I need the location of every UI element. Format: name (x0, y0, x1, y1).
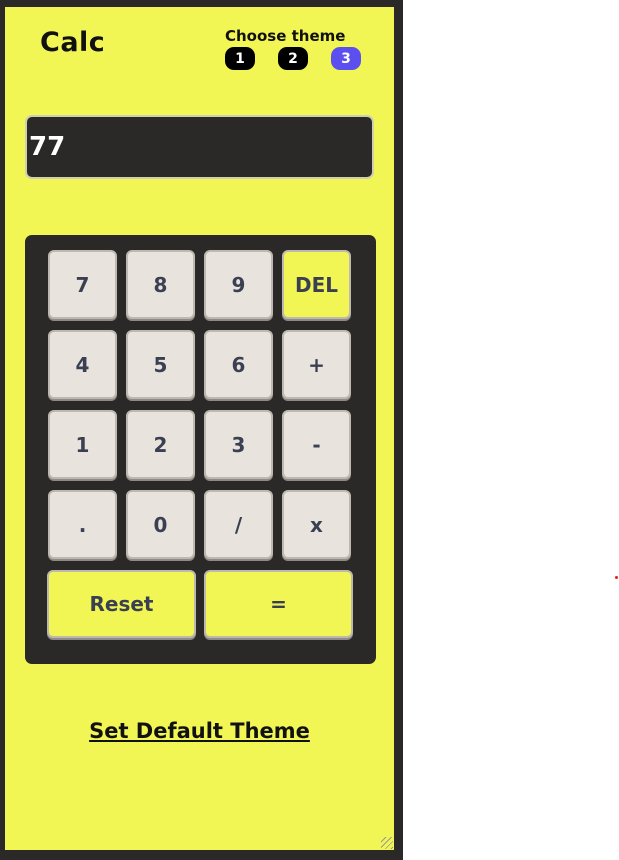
key-2[interactable]: 2 (126, 410, 195, 479)
app-title: Calc (40, 27, 106, 58)
key-divide[interactable]: / (204, 490, 273, 559)
calculator-app: Calc Choose theme 1 2 3 77 7 8 9 DEL 4 5… (5, 7, 394, 850)
key-multiply[interactable]: x (282, 490, 351, 559)
set-default-theme-link[interactable]: Set Default Theme (5, 719, 394, 743)
key-6[interactable]: 6 (204, 330, 273, 399)
key-1[interactable]: 1 (48, 410, 117, 479)
red-dot-marker (615, 576, 618, 579)
resize-grip-icon[interactable] (381, 837, 393, 849)
key-decimal[interactable]: . (48, 490, 117, 559)
app-window-frame: Calc Choose theme 1 2 3 77 7 8 9 DEL 4 5… (0, 0, 403, 860)
theme-button-1[interactable]: 1 (225, 47, 255, 70)
key-7[interactable]: 7 (48, 250, 117, 319)
key-9[interactable]: 9 (204, 250, 273, 319)
key-3[interactable]: 3 (204, 410, 273, 479)
key-minus[interactable]: - (282, 410, 351, 479)
delete-button[interactable]: DEL (282, 250, 351, 319)
theme-button-2[interactable]: 2 (278, 47, 308, 70)
calculator-display: 77 (25, 115, 374, 179)
theme-label: Choose theme (225, 27, 346, 45)
key-5[interactable]: 5 (126, 330, 195, 399)
reset-button[interactable]: Reset (47, 570, 196, 638)
key-plus[interactable]: + (282, 330, 351, 399)
keypad: 7 8 9 DEL 4 5 6 + 1 2 3 - . 0 / x Reset … (25, 235, 376, 664)
key-4[interactable]: 4 (48, 330, 117, 399)
key-8[interactable]: 8 (126, 250, 195, 319)
equals-button[interactable]: = (204, 570, 353, 638)
theme-button-3[interactable]: 3 (331, 47, 361, 70)
key-0[interactable]: 0 (126, 490, 195, 559)
